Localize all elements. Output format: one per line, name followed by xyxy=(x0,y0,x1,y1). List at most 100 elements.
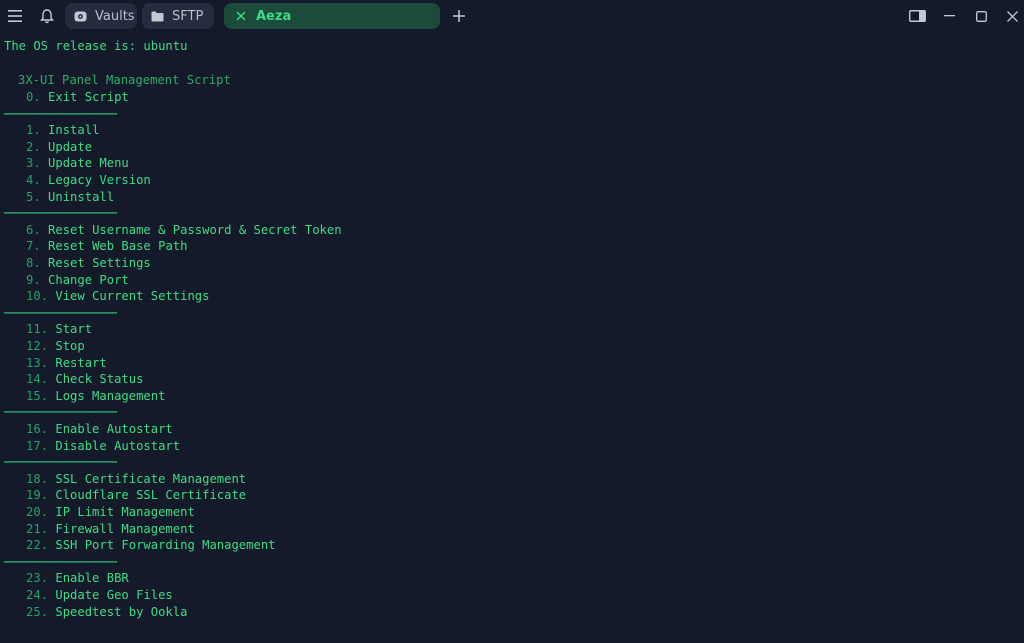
menu-item-label: Exit Script xyxy=(48,90,129,104)
menu-item: 0. Exit Script xyxy=(4,89,129,106)
minimize-button[interactable] xyxy=(939,6,959,26)
close-window-button[interactable] xyxy=(1002,6,1022,26)
menu-item-number: 18. xyxy=(26,472,49,486)
menu-item-number: 1. xyxy=(26,123,41,137)
menu-item-number: 11. xyxy=(26,322,49,336)
menu-item-number: 16. xyxy=(26,422,49,436)
bell-icon[interactable] xyxy=(37,6,57,26)
minimize-icon xyxy=(943,15,955,17)
menu-item: 14. Check Status xyxy=(4,371,143,388)
menu-item-label: Cloudflare SSL Certificate xyxy=(55,488,247,502)
menu-item: 11. Start xyxy=(4,321,92,338)
menu-item: 16. Enable Autostart xyxy=(4,421,173,438)
close-tab-icon[interactable] xyxy=(234,9,248,23)
menu-item: 7. Reset Web Base Path xyxy=(4,238,187,255)
menu-item-label: Speedtest by Ookla xyxy=(55,605,188,619)
menu-item-label: IP Limit Management xyxy=(55,505,195,519)
menu-item-number: 0. xyxy=(26,90,41,104)
menu-item-label: Update Menu xyxy=(48,156,129,170)
menu-item-label: Install xyxy=(48,123,100,137)
menu-item: 12. Stop xyxy=(4,338,85,355)
tab-sftp[interactable]: SFTP xyxy=(142,3,214,29)
menu-icon[interactable] xyxy=(5,6,25,26)
menu-item: 13. Restart xyxy=(4,355,107,372)
menu-item-label: Reset Settings xyxy=(48,256,151,270)
menu-item-number: 13. xyxy=(26,356,49,370)
menu-item: 21. Firewall Management xyxy=(4,521,195,538)
tab-vaults[interactable]: Vaults xyxy=(65,3,137,29)
menu-item-label: Uninstall xyxy=(48,190,115,204)
menu-item-label: Reset Username & Password & Secret Token xyxy=(48,223,342,237)
title-bar: Vaults SFTP Aeza xyxy=(0,0,1024,32)
menu-item: 18. SSL Certificate Management xyxy=(4,471,246,488)
menu-item-label: View Current Settings xyxy=(55,289,210,303)
menu-item-number: 10. xyxy=(26,289,49,303)
menu-item-number: 23. xyxy=(26,571,49,585)
menu-item-label: SSL Certificate Management xyxy=(55,472,247,486)
menu-item-number: 14. xyxy=(26,372,49,386)
menu-item-number: 24. xyxy=(26,588,49,602)
menu-item: 17. Disable Autostart xyxy=(4,438,180,455)
tab-sftp-label: SFTP xyxy=(172,8,204,24)
menu-item-number: 3. xyxy=(26,156,41,170)
menu-item-label: Check Status xyxy=(55,372,144,386)
menu-item-label: Enable BBR xyxy=(55,571,129,585)
os-release-line: The OS release is: ubuntu xyxy=(4,39,188,53)
menu-item: 2. Update xyxy=(4,139,92,156)
menu-item-number: 22. xyxy=(26,538,49,552)
menu-item: 3. Update Menu xyxy=(4,155,129,172)
menu-item-label: Logs Management xyxy=(55,389,166,403)
menu-divider: ──────────────── xyxy=(4,206,117,220)
menu-item: 24. Update Geo Files xyxy=(4,587,173,604)
menu-item-number: 21. xyxy=(26,522,49,536)
menu-item: 25. Speedtest by Ookla xyxy=(4,604,187,621)
menu-item-number: 4. xyxy=(26,173,41,187)
menu-item-label: Start xyxy=(55,322,93,336)
menu-item-number: 9. xyxy=(26,273,41,287)
menu-item: 20. IP Limit Management xyxy=(4,504,195,521)
menu-item-number: 2. xyxy=(26,140,41,154)
menu-item: 15. Logs Management xyxy=(4,388,165,405)
tab-aeza[interactable]: Aeza xyxy=(224,3,440,29)
folder-icon xyxy=(150,9,164,23)
menu-item-number: 8. xyxy=(26,256,41,270)
menu-item-label: SSH Port Forwarding Management xyxy=(55,538,276,552)
menu-item-label: Stop xyxy=(55,339,85,353)
menu-item: 5. Uninstall xyxy=(4,189,114,206)
menu-item: 6. Reset Username & Password & Secret To… xyxy=(4,222,342,239)
menu-item: 4. Legacy Version xyxy=(4,172,151,189)
close-icon xyxy=(1006,10,1018,22)
menu-item-label: Update Geo Files xyxy=(55,588,173,602)
menu-item-number: 19. xyxy=(26,488,49,502)
menu-item-label: Update xyxy=(48,140,93,154)
maximize-icon xyxy=(975,10,987,22)
menu-item-label: Reset Web Base Path xyxy=(48,239,188,253)
terminal-output[interactable]: The OS release is: ubuntu 3X-UI Panel Ma… xyxy=(0,33,1024,643)
menu-item-label: Legacy Version xyxy=(48,173,151,187)
menu-divider: ──────────────── xyxy=(4,555,117,569)
menu-divider: ──────────────── xyxy=(4,455,117,469)
menu-item-number: 17. xyxy=(26,439,49,453)
new-tab-button[interactable] xyxy=(449,6,469,26)
menu-divider: ──────────────── xyxy=(4,306,117,320)
menu-item-number: 25. xyxy=(26,605,49,619)
menu-item: 22. SSH Port Forwarding Management xyxy=(4,537,276,554)
menu-item-label: Firewall Management xyxy=(55,522,195,536)
menu-item-number: 12. xyxy=(26,339,49,353)
menu-item: 8. Reset Settings xyxy=(4,255,151,272)
maximize-button[interactable] xyxy=(971,6,991,26)
menu-item: 23. Enable BBR xyxy=(4,570,129,587)
tab-aeza-label: Aeza xyxy=(256,8,292,24)
menu-item: 19. Cloudflare SSL Certificate xyxy=(4,487,246,504)
sidebar-toggle-icon[interactable] xyxy=(907,6,927,26)
tab-vaults-label: Vaults xyxy=(95,8,135,24)
vault-icon xyxy=(73,9,87,23)
plus-icon xyxy=(453,10,465,22)
menu-item: 9. Change Port xyxy=(4,272,129,289)
menu-header: 3X-UI Panel Management Script xyxy=(18,73,231,87)
menu-item: 1. Install xyxy=(4,122,99,139)
menu-item: 10. View Current Settings xyxy=(4,288,209,305)
menu-item-number: 15. xyxy=(26,389,49,403)
menu-divider: ──────────────── xyxy=(4,405,117,419)
menu-item-number: 5. xyxy=(26,190,41,204)
